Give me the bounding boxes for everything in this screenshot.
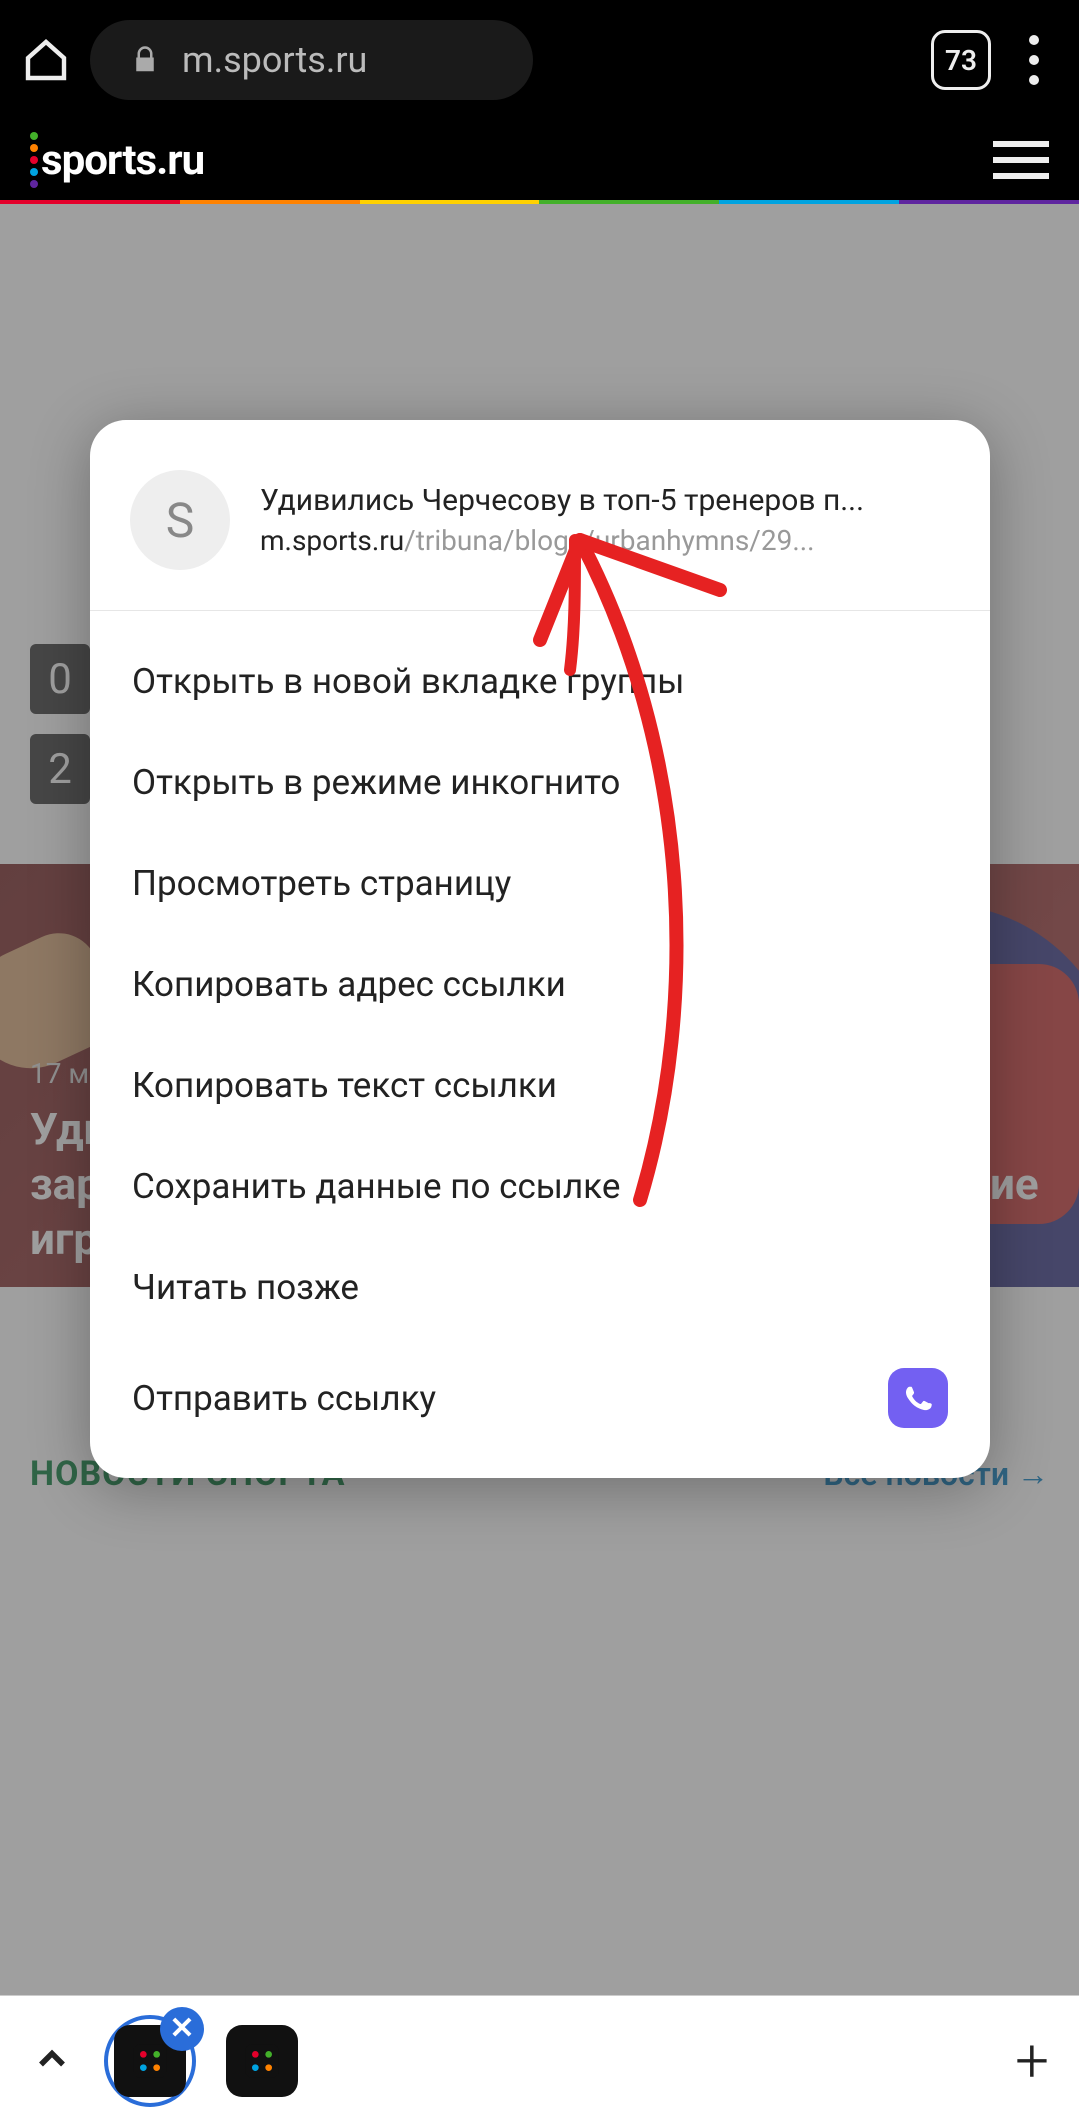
home-button[interactable]: [20, 34, 72, 86]
site-logo[interactable]: sports.ru: [30, 132, 204, 188]
site-header: sports.ru: [0, 120, 1079, 200]
link-context-menu: S Удивились Черчесову в топ-5 тренеров п…: [90, 420, 990, 1478]
new-tab-button[interactable]: +: [1015, 2025, 1049, 2096]
address-bar[interactable]: m.sports.ru: [90, 20, 533, 100]
close-tab-icon[interactable]: ✕: [160, 2007, 204, 2051]
context-link-url: m.sports.ru/tribuna/blogs/urbanhymns/29.…: [260, 524, 950, 557]
menu-preview-page[interactable]: Просмотреть страницу: [90, 833, 990, 934]
expand-button[interactable]: [30, 2037, 74, 2085]
tabs-button[interactable]: 73: [931, 30, 991, 90]
active-tab-favicon[interactable]: ✕: [104, 2015, 196, 2107]
url-text: m.sports.ru: [182, 39, 367, 81]
menu-share-link[interactable]: Отправить ссылку: [90, 1338, 990, 1458]
bottom-tab-strip: ✕ +: [0, 1995, 1079, 2125]
menu-copy-link-text[interactable]: Копировать текст ссылки: [90, 1035, 990, 1136]
logo-dots-icon: [30, 132, 38, 188]
browser-toolbar: m.sports.ru 73: [0, 0, 1079, 120]
menu-save-link-data[interactable]: Сохранить данные по ссылке: [90, 1136, 990, 1237]
logo-text: sports.ru: [41, 136, 204, 185]
lock-icon: [130, 45, 160, 75]
viber-icon[interactable]: [888, 1368, 948, 1428]
page-content: sports.ru 0 2 Венесуэла Квалификация Аме…: [0, 120, 1079, 2125]
site-menu-button[interactable]: [993, 141, 1049, 179]
context-menu-header: S Удивились Черчесову в топ-5 тренеров п…: [90, 420, 990, 611]
browser-menu-button[interactable]: [1009, 30, 1059, 90]
menu-open-incognito[interactable]: Открыть в режиме инкогнито: [90, 732, 990, 833]
menu-open-new-tab-group[interactable]: Открыть в новой вкладке группы: [90, 631, 990, 732]
site-favicon: S: [130, 470, 230, 570]
tab-favicon[interactable]: [226, 2025, 298, 2097]
context-link-title: Удивились Черчесову в топ-5 тренеров п..…: [260, 483, 950, 518]
menu-read-later[interactable]: Читать позже: [90, 1237, 990, 1338]
menu-copy-link-address[interactable]: Копировать адрес ссылки: [90, 934, 990, 1035]
